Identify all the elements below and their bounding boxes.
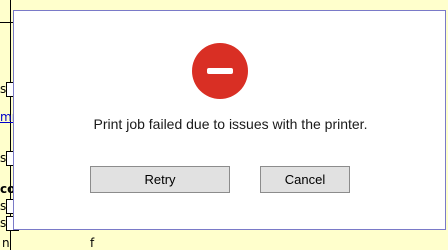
- error-message: Print job failed due to issues with the …: [93, 116, 368, 132]
- bg-fragment: n: [2, 236, 10, 250]
- retry-button[interactable]: Retry: [90, 166, 230, 193]
- minus-bar: [207, 68, 233, 74]
- bg-fragment: f: [90, 236, 95, 250]
- cancel-button[interactable]: Cancel: [260, 166, 350, 193]
- error-dialog: Print job failed due to issues with the …: [13, 10, 446, 230]
- error-minus-icon: [192, 43, 248, 99]
- bg-divider-line: [0, 22, 13, 23]
